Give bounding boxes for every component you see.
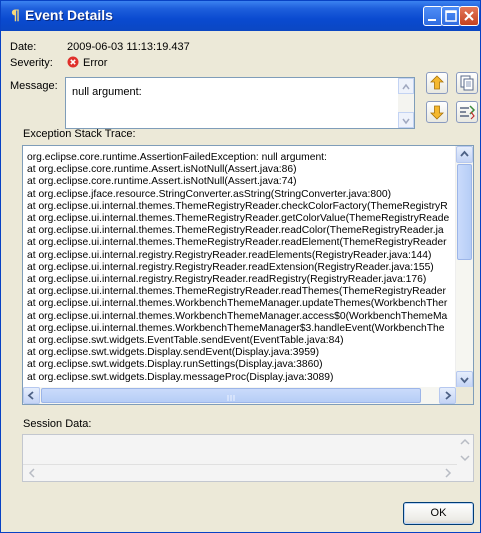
title-bar[interactable]: ¶ Event Details	[1, 1, 480, 31]
session-data-label: Session Data:	[23, 418, 92, 430]
date-label: Date:	[10, 41, 37, 53]
date-value: 2009-06-03 11:13:19.437	[67, 41, 190, 53]
chevron-right-icon	[445, 468, 452, 478]
window-title: Event Details	[25, 7, 113, 23]
chevron-right-icon	[445, 391, 452, 400]
arrow-up-icon	[430, 75, 444, 90]
chevron-up-icon	[460, 150, 469, 157]
scroll-up-button[interactable]	[456, 146, 473, 163]
stack-trace-line: at org.eclipse.swt.widgets.EventTable.se…	[27, 335, 344, 347]
horizontal-scroll-thumb[interactable]	[41, 388, 421, 403]
scroll-right-button[interactable]	[439, 387, 456, 404]
stack-trace-line: at org.eclipse.ui.internal.registry.Regi…	[27, 261, 434, 273]
stack-trace-line: at org.eclipse.ui.internal.themes.ThemeR…	[27, 200, 448, 212]
stack-trace-line: at org.eclipse.ui.internal.themes.Workbe…	[27, 298, 448, 310]
stack-trace-line: at org.eclipse.ui.internal.themes.ThemeR…	[27, 286, 446, 298]
stack-trace-line: at org.eclipse.swt.widgets.Display.sendE…	[27, 347, 320, 359]
stack-trace-line: at org.eclipse.swt.widgets.Display.runSe…	[27, 359, 323, 371]
stack-trace-line: at org.eclipse.jface.resource.StringConv…	[27, 188, 392, 200]
scrollbar-corner	[456, 387, 473, 404]
session-horizontal-scrollbar[interactable]	[23, 464, 457, 481]
severity-value: Error	[83, 57, 108, 69]
scroll-left-button[interactable]	[23, 387, 40, 404]
stack-trace-line: at org.eclipse.core.runtime.Assert.isNot…	[27, 176, 297, 188]
message-label: Message:	[10, 80, 58, 92]
error-icon	[67, 56, 79, 68]
stack-trace-line: at org.eclipse.ui.internal.themes.ThemeR…	[27, 237, 447, 249]
chevron-up-icon	[402, 83, 410, 90]
close-icon	[464, 11, 474, 21]
grip-icon	[227, 395, 235, 401]
stack-trace-horizontal-scrollbar[interactable]	[23, 387, 456, 404]
scroll-down-button[interactable]	[456, 371, 473, 388]
chevron-down-icon	[460, 377, 469, 384]
session-data-area[interactable]	[22, 434, 474, 482]
copy-button[interactable]	[456, 72, 478, 94]
session-vertical-scrollbar[interactable]	[457, 435, 473, 465]
chevron-left-icon	[27, 391, 34, 400]
message-scroll-up-button[interactable]	[398, 78, 414, 94]
stack-trace-line: at org.eclipse.ui.internal.themes.Workbe…	[27, 310, 448, 322]
next-event-button[interactable]	[426, 101, 448, 123]
stack-trace-line: org.eclipse.core.runtime.AssertionFailed…	[27, 152, 327, 163]
stack-trace-area[interactable]: org.eclipse.core.runtime.AssertionFailed…	[22, 145, 474, 405]
stack-trace-line: at org.eclipse.swt.widgets.Display.messa…	[27, 371, 334, 383]
eclipse-window-icon: ¶	[11, 8, 20, 24]
vertical-scroll-thumb[interactable]	[457, 164, 472, 260]
ok-button[interactable]: OK	[403, 502, 474, 525]
stack-trace-line: at org.eclipse.ui.internal.themes.ThemeR…	[27, 213, 450, 225]
chevron-down-icon	[402, 118, 410, 125]
arrow-down-icon	[430, 105, 444, 120]
maximize-icon	[445, 10, 457, 22]
copy-icon	[460, 75, 474, 91]
filter-stack-button[interactable]	[456, 101, 478, 123]
stack-trace-label: Exception Stack Trace:	[23, 128, 136, 140]
stack-trace-line: at org.eclipse.ui.internal.themes.Workbe…	[27, 322, 445, 334]
previous-event-button[interactable]	[426, 72, 448, 94]
chevron-up-icon	[460, 438, 470, 445]
severity-label: Severity:	[10, 57, 53, 69]
message-field[interactable]: null argument:	[65, 77, 415, 129]
stack-trace-line: at org.eclipse.ui.internal.themes.ThemeR…	[27, 225, 444, 237]
message-scrollbar[interactable]	[398, 78, 414, 128]
stack-trace-line: at org.eclipse.core.runtime.Assert.isNot…	[27, 164, 297, 176]
minimize-button[interactable]	[423, 6, 443, 26]
message-value: null argument:	[72, 86, 142, 98]
minimize-icon	[428, 19, 436, 21]
message-scroll-down-button[interactable]	[398, 112, 414, 128]
chevron-down-icon	[460, 455, 470, 462]
event-details-dialog: ¶ Event Details Date: 2009-06-03 11:13:1…	[0, 0, 481, 533]
filter-icon	[460, 105, 476, 120]
chevron-left-icon	[28, 468, 35, 478]
stack-trace-lines: org.eclipse.core.runtime.AssertionFailed…	[27, 152, 453, 384]
stack-trace-line: at org.eclipse.ui.internal.registry.Regi…	[27, 249, 432, 261]
close-button[interactable]	[459, 6, 479, 26]
maximize-button[interactable]	[441, 6, 461, 26]
stack-trace-vertical-scrollbar[interactable]	[455, 146, 473, 388]
stack-trace-line: at org.eclipse.ui.internal.registry.Regi…	[27, 274, 427, 286]
